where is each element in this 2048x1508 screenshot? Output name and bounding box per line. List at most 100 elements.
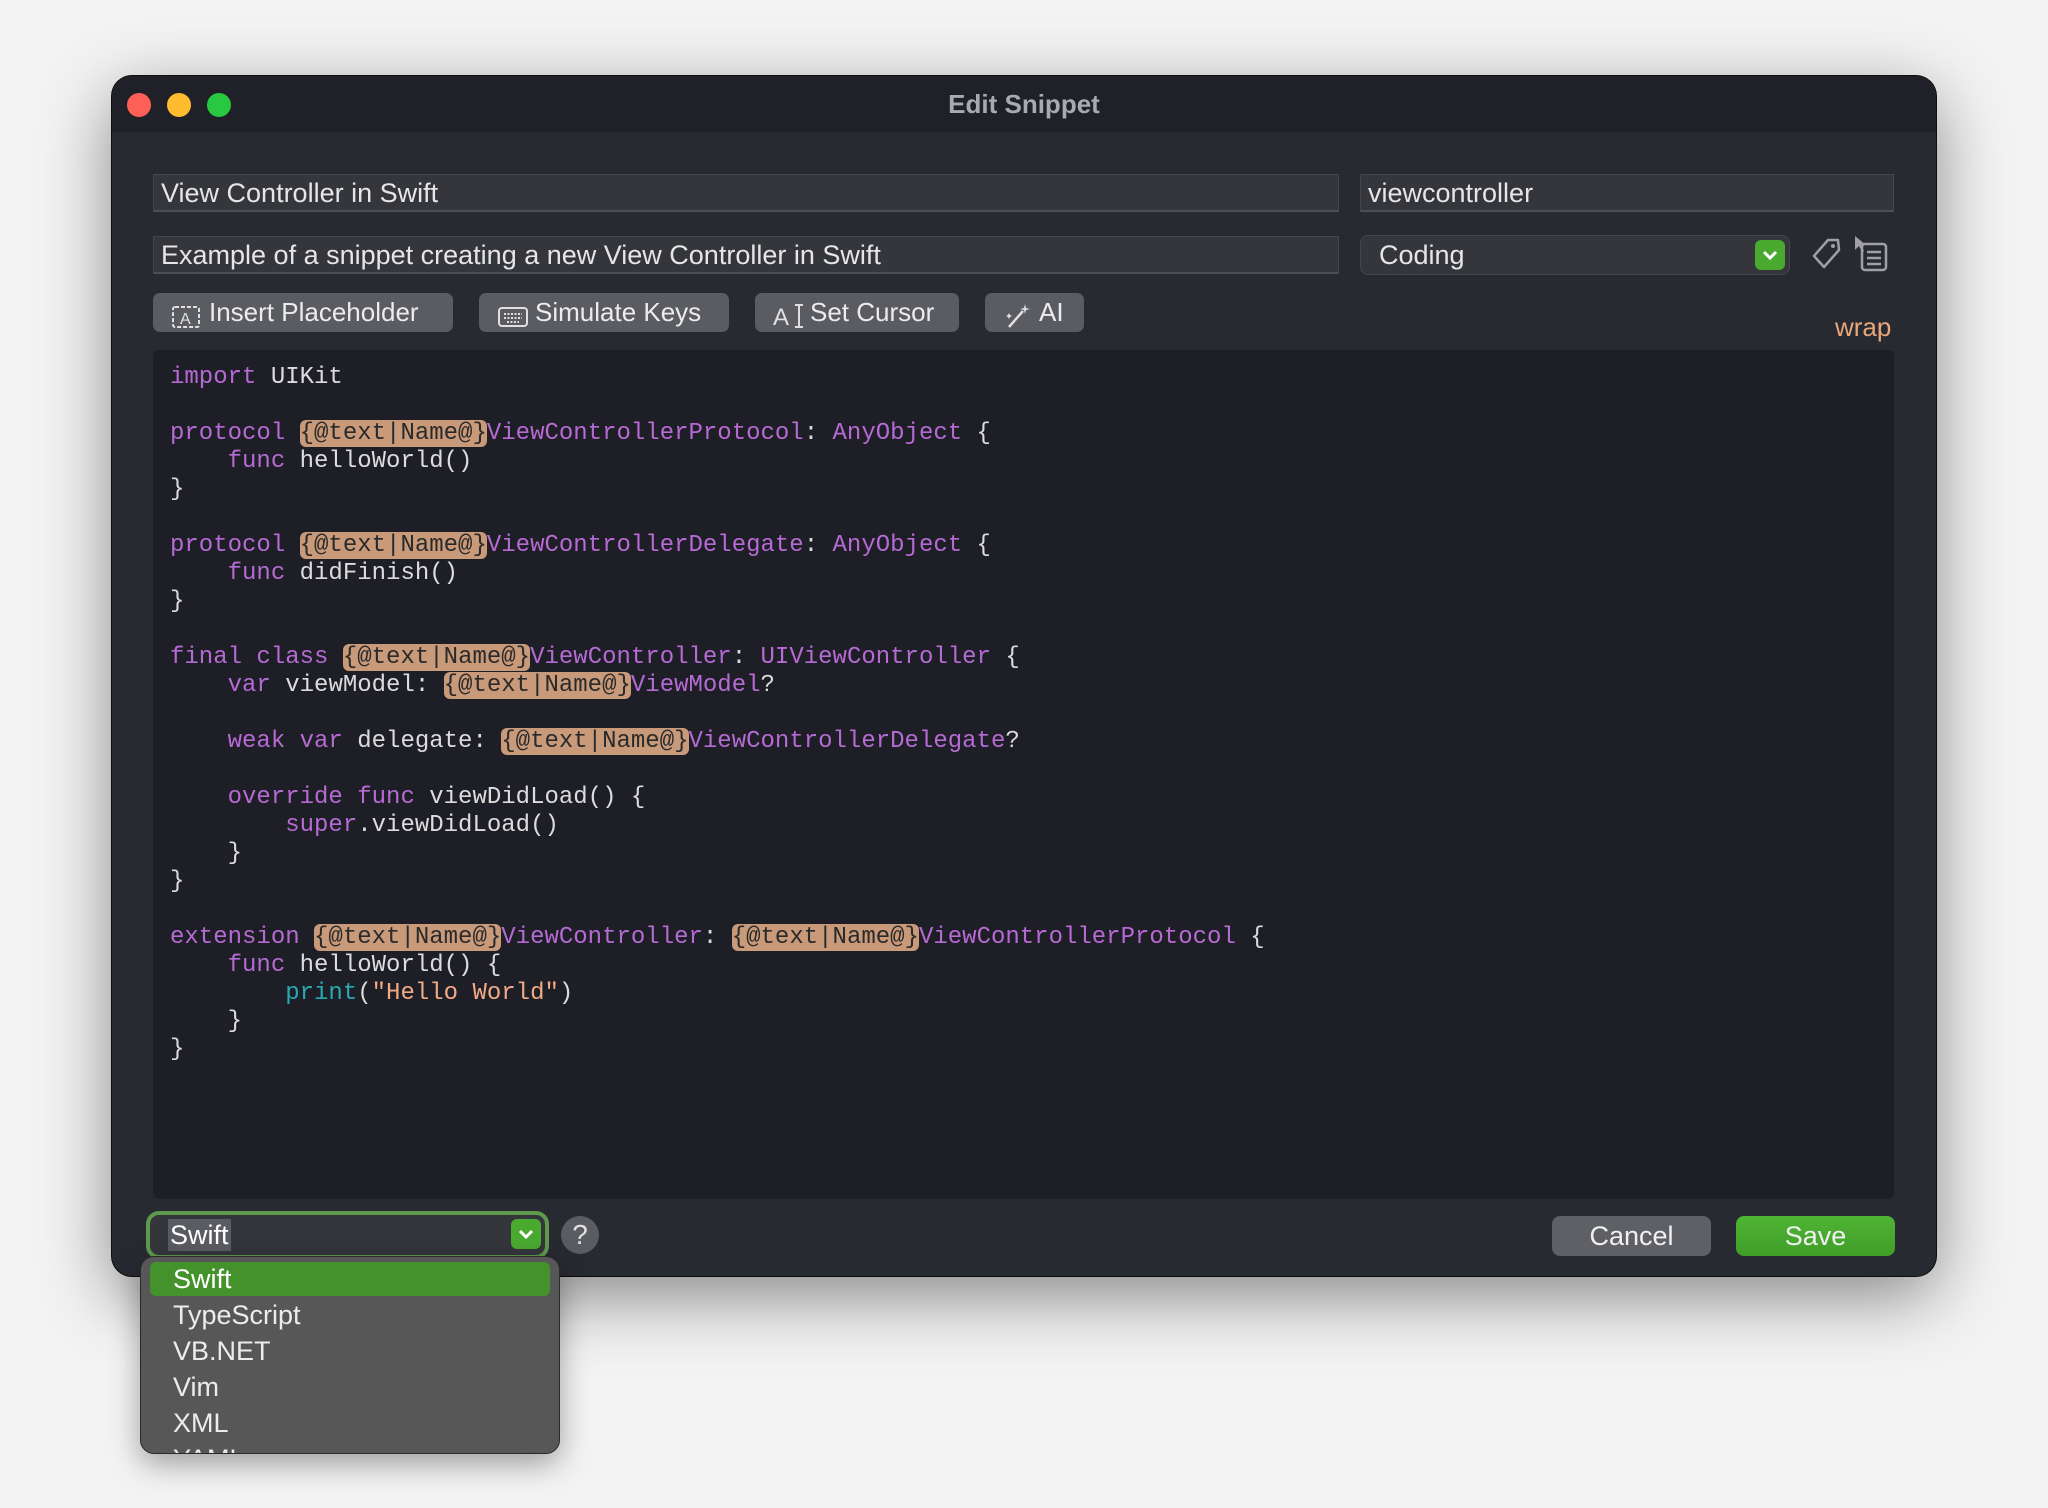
code-line: } bbox=[170, 476, 1265, 504]
language-option[interactable]: VB.NET bbox=[150, 1334, 550, 1368]
code-line: protocol {@text|Name@}ViewControllerProt… bbox=[170, 420, 1265, 448]
code-text: ) bbox=[558, 980, 574, 1007]
type-name: ViewController bbox=[501, 924, 703, 951]
type-name: ViewControllerProtocol bbox=[486, 420, 804, 447]
simulate-keys-button[interactable]: Simulate Keys bbox=[479, 293, 729, 332]
keyword: func bbox=[227, 448, 286, 475]
code-text: delegate: bbox=[342, 728, 502, 755]
type-name: AnyObject bbox=[832, 420, 963, 447]
language-option[interactable]: YAML bbox=[150, 1442, 550, 1453]
code-text: UIKit bbox=[256, 364, 343, 391]
code-text: viewModel: bbox=[270, 672, 444, 699]
code-line: } bbox=[170, 1008, 1265, 1036]
placeholder-token[interactable]: {@text|Name@} bbox=[731, 924, 919, 951]
placeholder-token[interactable]: {@text|Name@} bbox=[299, 532, 487, 559]
keyword: var bbox=[227, 672, 271, 699]
code-text: : bbox=[731, 644, 761, 671]
code-text: helloWorld() bbox=[285, 448, 473, 475]
code-text: : bbox=[803, 420, 833, 447]
code-line: print("Hello World") bbox=[170, 980, 1265, 1008]
code-line: weak var delegate: {@text|Name@}ViewCont… bbox=[170, 728, 1265, 756]
cursor-icon: A bbox=[773, 301, 805, 340]
type-name: AnyObject bbox=[832, 532, 963, 559]
wrap-toggle[interactable]: wrap bbox=[1835, 312, 1891, 343]
keyword: func bbox=[227, 952, 286, 979]
code-text: } bbox=[170, 868, 185, 895]
code-line: final class {@text|Name@}ViewController:… bbox=[170, 644, 1265, 672]
svg-text:A: A bbox=[773, 304, 789, 329]
ai-button[interactable]: AI bbox=[985, 293, 1084, 332]
placeholder-token[interactable]: {@text|Name@} bbox=[501, 728, 689, 755]
keyword: final class bbox=[170, 644, 329, 671]
group-select[interactable]: Coding bbox=[1360, 235, 1790, 275]
code-text: didFinish() bbox=[285, 560, 459, 587]
language-select[interactable]: Swift bbox=[150, 1215, 545, 1255]
code-line: func helloWorld() bbox=[170, 448, 1265, 476]
set-cursor-button[interactable]: A Set Cursor bbox=[755, 293, 959, 332]
code-text: { bbox=[1235, 924, 1265, 951]
keyword: protocol bbox=[170, 420, 286, 447]
code-text: } bbox=[170, 840, 243, 867]
placeholder-token[interactable]: {@text|Name@} bbox=[299, 420, 487, 447]
placeholder-token[interactable]: {@text|Name@} bbox=[314, 924, 502, 951]
language-option[interactable]: Vim bbox=[150, 1370, 550, 1404]
placeholder-token[interactable]: {@text|Name@} bbox=[443, 672, 631, 699]
code-text: { bbox=[962, 420, 991, 447]
type-name: ViewControllerProtocol bbox=[918, 924, 1236, 951]
code-line: func helloWorld() { bbox=[170, 952, 1265, 980]
type-name: ViewControllerDelegate bbox=[688, 728, 1006, 755]
keyword: weak var bbox=[227, 728, 343, 755]
language-option[interactable]: XML bbox=[150, 1406, 550, 1440]
code-line: } bbox=[170, 840, 1265, 868]
insert-placeholder-button[interactable]: A Insert Placeholder bbox=[153, 293, 453, 332]
cancel-button[interactable]: Cancel bbox=[1552, 1216, 1711, 1256]
window-title: Edit Snippet bbox=[948, 89, 1100, 119]
keyword-field[interactable]: viewcontroller bbox=[1360, 174, 1894, 212]
code-line: var viewModel: {@text|Name@}ViewModel? bbox=[170, 672, 1265, 700]
code-editor[interactable]: import UIKit protocol {@text|Name@}ViewCo… bbox=[153, 350, 1894, 1199]
keyword: override func bbox=[227, 784, 415, 811]
code-text: ? bbox=[760, 672, 775, 699]
code-line: import UIKit bbox=[170, 364, 1265, 392]
code-text: : bbox=[702, 924, 732, 951]
code-text: ? bbox=[1005, 728, 1020, 755]
language-option[interactable]: TypeScript bbox=[150, 1298, 550, 1332]
description-field[interactable]: Example of a snippet creating a new View… bbox=[153, 236, 1339, 274]
keyword: func bbox=[227, 560, 286, 587]
code-line: } bbox=[170, 588, 1265, 616]
save-button[interactable]: Save bbox=[1736, 1216, 1895, 1256]
language-dropdown-menu: SwiftTypeScriptVB.NETVimXML YAML bbox=[140, 1256, 560, 1454]
help-button[interactable]: ? bbox=[561, 1216, 599, 1254]
type-name: ViewController bbox=[530, 644, 732, 671]
code-content[interactable]: import UIKit protocol {@text|Name@}ViewCo… bbox=[170, 364, 1265, 1064]
chevron-down-icon bbox=[1755, 240, 1785, 270]
code-line: extension {@text|Name@}ViewController: {… bbox=[170, 924, 1265, 952]
type-name: UIViewController bbox=[760, 644, 991, 671]
snippet-name-field[interactable]: View Controller in Swift bbox=[153, 174, 1339, 212]
title-bar: Edit Snippet bbox=[112, 76, 1936, 132]
list-icon[interactable] bbox=[1853, 234, 1891, 279]
code-text: } bbox=[170, 1036, 185, 1063]
type-name: ViewModel bbox=[630, 672, 761, 699]
code-text: } bbox=[170, 1008, 243, 1035]
tag-icon[interactable] bbox=[1808, 236, 1844, 277]
set-cursor-label: Set Cursor bbox=[810, 297, 935, 327]
code-text: { bbox=[962, 532, 991, 559]
language-option[interactable]: Swift bbox=[150, 1262, 550, 1296]
code-line: } bbox=[170, 868, 1265, 896]
insert-placeholder-label: Insert Placeholder bbox=[209, 297, 419, 327]
placeholder-token[interactable]: {@text|Name@} bbox=[342, 644, 531, 671]
code-line: protocol {@text|Name@}ViewControllerDele… bbox=[170, 532, 1265, 560]
